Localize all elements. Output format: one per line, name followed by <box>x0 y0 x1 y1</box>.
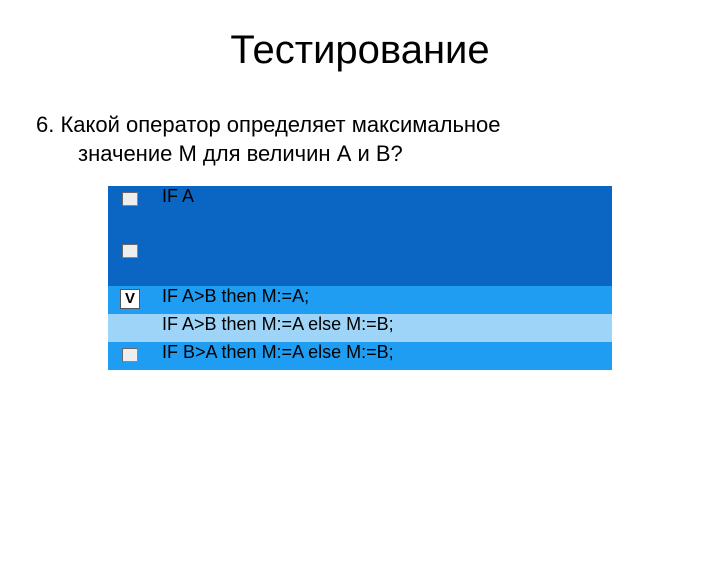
checkbox-option-1[interactable] <box>122 192 138 206</box>
option-row: IF B>A then M:=A else M:=B; <box>108 342 612 370</box>
selected-marker[interactable]: V <box>120 289 140 309</box>
checkbox-option-5[interactable] <box>122 348 138 362</box>
question-line2: значение М для величин А и В? <box>36 140 684 169</box>
checkbox-option-2[interactable] <box>122 244 138 258</box>
option-text-4: IF A>B then M:=A else M:=B; <box>162 314 612 342</box>
option-text-3: IF A>B then M:=A; <box>162 286 612 314</box>
option-text-2 <box>162 238 612 286</box>
question-line1: 6. Какой оператор определяет максимально… <box>36 112 501 137</box>
option-text-1: IF A <box>162 186 612 238</box>
page-title: Тестирование <box>0 28 720 73</box>
options-table: IF A V IF A>B then M:=A; IF A>B then M:=… <box>108 186 612 370</box>
option-row: IF A>B then M:=A else M:=B; <box>108 314 612 342</box>
question-text: 6. Какой оператор определяет максимально… <box>36 111 684 168</box>
option-row: IF A <box>108 186 612 238</box>
option-row: V IF A>B then M:=A; <box>108 286 612 314</box>
option-row <box>108 238 612 286</box>
option-text-5: IF B>A then M:=A else M:=B; <box>162 342 612 370</box>
